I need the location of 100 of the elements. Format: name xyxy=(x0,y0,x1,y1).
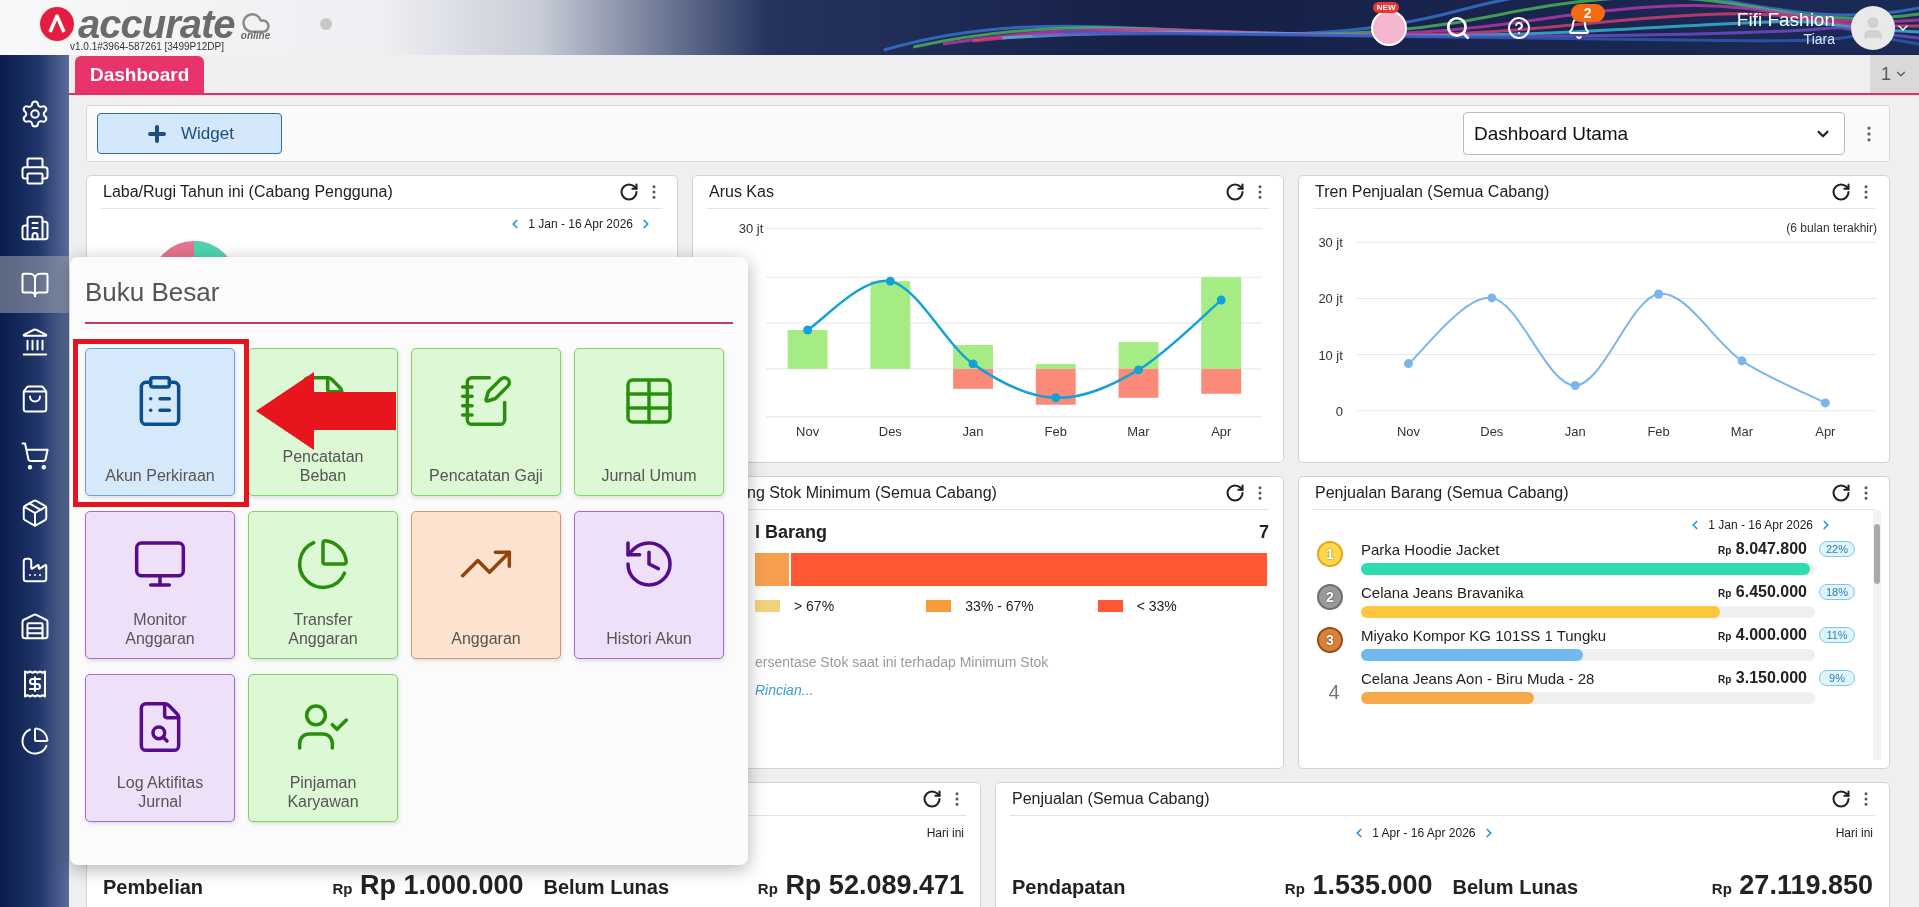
user-role: Tiara xyxy=(1803,30,1835,47)
axis-label: Jan xyxy=(962,423,984,439)
menu-tile[interactable]: Anggaran xyxy=(411,511,561,659)
share-badge: 22% xyxy=(1819,541,1855,557)
refresh-icon[interactable] xyxy=(1225,182,1245,202)
data-point xyxy=(968,359,978,369)
item-name: Miyako Kompor KG 101SS 1 Tungku xyxy=(1361,626,1608,644)
logo-icon xyxy=(40,7,74,41)
popup-title: Buku Besar xyxy=(85,276,220,308)
axis-label: Nov xyxy=(796,423,820,439)
search-icon[interactable] xyxy=(1444,14,1471,41)
item-name: Parka Hoodie Jacket xyxy=(1361,540,1501,558)
stat-label: Pembelian xyxy=(103,876,204,899)
date-range: 1 Jan - 16 Apr 2026 xyxy=(528,217,633,231)
menu-tile[interactable]: Log Aktifitas Jurnal xyxy=(85,674,235,822)
data-point xyxy=(1570,381,1580,390)
dashboard-select[interactable]: Dashboard Utama xyxy=(1463,112,1845,155)
stock-caption: ersentase Stok saat ini terhadap Minimum Stok xyxy=(755,654,1050,670)
rank-number: 4 xyxy=(1328,681,1340,704)
data-point xyxy=(1216,295,1226,305)
item-name: Celana Jeans Aon - Biru Muda - 28 xyxy=(1361,669,1596,687)
axis-label: Feb xyxy=(1647,423,1670,439)
menu-tile[interactable]: Jurnal Umum xyxy=(574,348,724,496)
item-amount: Rp 8.047.800 xyxy=(1718,540,1807,558)
rank-medal: 3 xyxy=(1317,626,1343,653)
help-icon[interactable] xyxy=(1506,15,1531,40)
bar xyxy=(1118,341,1159,369)
item-amount: Rp 6.450.000 xyxy=(1718,583,1807,601)
refresh-icon[interactable] xyxy=(1225,483,1245,503)
add-widget-button[interactable]: Widget xyxy=(97,113,282,154)
axis-label: 30 jt xyxy=(738,221,764,237)
axis-label: 30 jt xyxy=(1318,235,1343,251)
date-range: 1 Apr - 16 Apr 2026 xyxy=(1372,826,1476,840)
menu-tile[interactable]: Pencatatan Gaji xyxy=(411,348,561,496)
status-dot xyxy=(320,17,332,30)
refresh-icon[interactable] xyxy=(922,789,942,809)
axis-label: Nov xyxy=(1396,423,1420,439)
data-point xyxy=(803,325,813,335)
data-point xyxy=(1737,356,1747,366)
refresh-icon[interactable] xyxy=(1831,483,1851,503)
axis-label: Feb xyxy=(1044,423,1067,439)
data-point xyxy=(1487,293,1497,303)
axis-label: Jan xyxy=(1564,423,1586,439)
chart-note: (6 bulan terakhir) xyxy=(1786,221,1877,235)
axis-label: 10 jt xyxy=(1318,347,1343,363)
axis-label: Apr xyxy=(1211,423,1232,439)
legend-label: > 67% xyxy=(794,598,835,614)
page-number: 1 xyxy=(1881,63,1891,85)
notebook-pen-icon xyxy=(458,373,514,429)
user-avatar[interactable] xyxy=(1851,5,1895,50)
menu-tile[interactable]: Monitor Anggaran xyxy=(85,511,235,659)
data-point xyxy=(1654,289,1664,299)
card-title: Tren Penjualan (Semua Cabang) xyxy=(1315,183,1550,201)
notification-badge: 2 xyxy=(1570,3,1605,22)
scrollbar[interactable] xyxy=(1873,510,1881,760)
pie-chart-icon xyxy=(295,536,351,592)
share-badge: 18% xyxy=(1819,584,1855,600)
axis-label: Apr xyxy=(1815,423,1836,439)
warehouse-icon xyxy=(19,611,50,642)
data-point xyxy=(1051,393,1061,403)
menu-tile[interactable]: Pinjaman Karyawan xyxy=(248,674,398,822)
cart-icon xyxy=(19,440,50,471)
menu-tile[interactable]: Akun Perkiraan xyxy=(85,348,235,496)
data-point xyxy=(1820,398,1830,408)
data-point xyxy=(1134,365,1143,375)
refresh-icon[interactable] xyxy=(1831,789,1851,809)
stock-count: 7 xyxy=(1259,522,1269,543)
axis-label: Des xyxy=(878,423,902,439)
logo-wordmark: accurate xyxy=(78,5,235,43)
rank-medal: 2 xyxy=(1317,583,1343,610)
legend-label: 33% - 67% xyxy=(965,598,1034,614)
stat-label: Belum Lunas xyxy=(543,876,670,899)
refresh-icon[interactable] xyxy=(619,182,639,202)
bar xyxy=(787,330,828,369)
page-dropdown[interactable]: 1 xyxy=(1870,55,1919,93)
refresh-icon[interactable] xyxy=(1831,182,1851,202)
menu-tile[interactable]: Histori Akun xyxy=(574,511,724,659)
rank-medal: 1 xyxy=(1317,540,1343,567)
date-range: 1 Jan - 16 Apr 2026 xyxy=(1708,518,1813,532)
stat-label: Belum Lunas xyxy=(1452,876,1579,899)
axis-label: 20 jt xyxy=(1318,291,1343,307)
card-title: ng Stok Minimum (Semua Cabang) xyxy=(747,484,997,502)
card-title: Penjualan Barang (Semua Cabang) xyxy=(1315,484,1569,502)
tab[interactable]: Dashboard xyxy=(75,56,205,93)
version-text: v1.0.1#3964-587261 [3499P12DP] xyxy=(70,41,224,52)
stat-amount: Rp 1.535.000 xyxy=(1284,870,1433,901)
stat-label: Pendapatan xyxy=(1012,876,1126,899)
item-name: Celana Jeans Bravanika xyxy=(1361,583,1525,601)
item-amount: Rp 3.150.000 xyxy=(1718,669,1807,687)
stat-amount: Rp Rp 52.089.471 xyxy=(757,870,964,901)
select-value: Dashboard Utama xyxy=(1474,122,1629,145)
new-badge: NEW xyxy=(1372,1,1400,13)
logo-subtext: online xyxy=(240,29,271,41)
card-title: Arus Kas xyxy=(709,183,774,201)
menu-tile[interactable]: Transfer Anggaran xyxy=(248,511,398,659)
card-title: Laba/Rugi Tahun ini (Cabang Pengguna) xyxy=(103,183,393,201)
axis-label: Mar xyxy=(1730,423,1754,439)
period-label: Hari ini xyxy=(1835,826,1873,840)
item-amount: Rp 4.000.000 xyxy=(1718,626,1807,644)
stat-amount: Rp 27.119.850 xyxy=(1711,870,1873,901)
